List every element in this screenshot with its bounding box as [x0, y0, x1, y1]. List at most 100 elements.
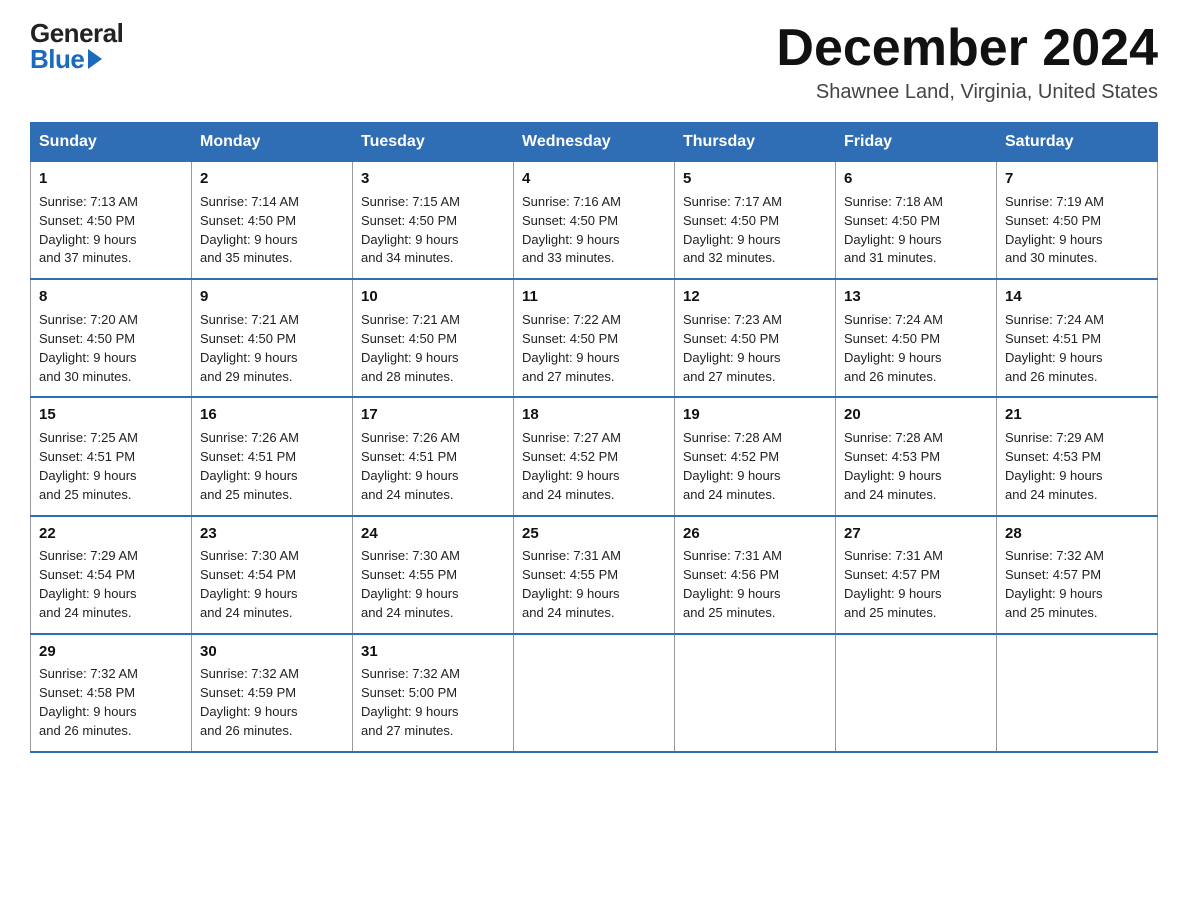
day-info: Sunrise: 7:21 AM Sunset: 4:50 PM Dayligh… — [361, 311, 505, 386]
weekday-header-row: Sunday Monday Tuesday Wednesday Thursday… — [31, 123, 1158, 162]
calendar-day-cell: 4 Sunrise: 7:16 AM Sunset: 4:50 PM Dayli… — [514, 162, 675, 280]
calendar-day-cell: 26 Sunrise: 7:31 AM Sunset: 4:56 PM Dayl… — [675, 516, 836, 634]
calendar-day-cell: 21 Sunrise: 7:29 AM Sunset: 4:53 PM Dayl… — [997, 397, 1158, 515]
calendar-day-cell: 12 Sunrise: 7:23 AM Sunset: 4:50 PM Dayl… — [675, 279, 836, 397]
calendar-day-cell: 20 Sunrise: 7:28 AM Sunset: 4:53 PM Dayl… — [836, 397, 997, 515]
day-info: Sunrise: 7:18 AM Sunset: 4:50 PM Dayligh… — [844, 193, 988, 268]
calendar-day-cell: 16 Sunrise: 7:26 AM Sunset: 4:51 PM Dayl… — [192, 397, 353, 515]
day-info: Sunrise: 7:26 AM Sunset: 4:51 PM Dayligh… — [361, 429, 505, 504]
day-info: Sunrise: 7:29 AM Sunset: 4:54 PM Dayligh… — [39, 547, 183, 622]
day-info: Sunrise: 7:14 AM Sunset: 4:50 PM Dayligh… — [200, 193, 344, 268]
day-number: 14 — [1005, 286, 1149, 308]
day-number: 3 — [361, 168, 505, 190]
calendar-week-row: 8 Sunrise: 7:20 AM Sunset: 4:50 PM Dayli… — [31, 279, 1158, 397]
day-info: Sunrise: 7:32 AM Sunset: 4:58 PM Dayligh… — [39, 665, 183, 740]
day-info: Sunrise: 7:23 AM Sunset: 4:50 PM Dayligh… — [683, 311, 827, 386]
calendar-day-cell: 1 Sunrise: 7:13 AM Sunset: 4:50 PM Dayli… — [31, 162, 192, 280]
day-number: 11 — [522, 286, 666, 308]
day-info: Sunrise: 7:31 AM Sunset: 4:56 PM Dayligh… — [683, 547, 827, 622]
calendar-day-cell — [836, 634, 997, 752]
title-block: December 2024 Shawnee Land, Virginia, Un… — [776, 20, 1158, 104]
calendar-day-cell: 5 Sunrise: 7:17 AM Sunset: 4:50 PM Dayli… — [675, 162, 836, 280]
header-sunday: Sunday — [31, 123, 192, 162]
calendar-header: Sunday Monday Tuesday Wednesday Thursday… — [31, 123, 1158, 162]
day-number: 8 — [39, 286, 183, 308]
page-header: General Blue December 2024 Shawnee Land,… — [30, 20, 1158, 104]
calendar-table: Sunday Monday Tuesday Wednesday Thursday… — [30, 122, 1158, 753]
header-thursday: Thursday — [675, 123, 836, 162]
location-text: Shawnee Land, Virginia, United States — [776, 81, 1158, 104]
day-info: Sunrise: 7:29 AM Sunset: 4:53 PM Dayligh… — [1005, 429, 1149, 504]
day-info: Sunrise: 7:31 AM Sunset: 4:55 PM Dayligh… — [522, 547, 666, 622]
day-number: 21 — [1005, 404, 1149, 426]
calendar-day-cell: 13 Sunrise: 7:24 AM Sunset: 4:50 PM Dayl… — [836, 279, 997, 397]
day-info: Sunrise: 7:19 AM Sunset: 4:50 PM Dayligh… — [1005, 193, 1149, 268]
day-info: Sunrise: 7:20 AM Sunset: 4:50 PM Dayligh… — [39, 311, 183, 386]
day-info: Sunrise: 7:15 AM Sunset: 4:50 PM Dayligh… — [361, 193, 505, 268]
header-tuesday: Tuesday — [353, 123, 514, 162]
calendar-day-cell: 25 Sunrise: 7:31 AM Sunset: 4:55 PM Dayl… — [514, 516, 675, 634]
calendar-day-cell: 9 Sunrise: 7:21 AM Sunset: 4:50 PM Dayli… — [192, 279, 353, 397]
day-number: 23 — [200, 523, 344, 545]
header-wednesday: Wednesday — [514, 123, 675, 162]
day-number: 15 — [39, 404, 183, 426]
calendar-body: 1 Sunrise: 7:13 AM Sunset: 4:50 PM Dayli… — [31, 162, 1158, 752]
day-info: Sunrise: 7:31 AM Sunset: 4:57 PM Dayligh… — [844, 547, 988, 622]
calendar-day-cell: 2 Sunrise: 7:14 AM Sunset: 4:50 PM Dayli… — [192, 162, 353, 280]
calendar-day-cell: 29 Sunrise: 7:32 AM Sunset: 4:58 PM Dayl… — [31, 634, 192, 752]
calendar-day-cell: 14 Sunrise: 7:24 AM Sunset: 4:51 PM Dayl… — [997, 279, 1158, 397]
day-number: 24 — [361, 523, 505, 545]
calendar-day-cell — [675, 634, 836, 752]
day-number: 27 — [844, 523, 988, 545]
day-number: 13 — [844, 286, 988, 308]
day-info: Sunrise: 7:17 AM Sunset: 4:50 PM Dayligh… — [683, 193, 827, 268]
calendar-day-cell: 10 Sunrise: 7:21 AM Sunset: 4:50 PM Dayl… — [353, 279, 514, 397]
calendar-day-cell: 15 Sunrise: 7:25 AM Sunset: 4:51 PM Dayl… — [31, 397, 192, 515]
day-info: Sunrise: 7:13 AM Sunset: 4:50 PM Dayligh… — [39, 193, 183, 268]
day-info: Sunrise: 7:32 AM Sunset: 5:00 PM Dayligh… — [361, 665, 505, 740]
day-number: 9 — [200, 286, 344, 308]
day-number: 18 — [522, 404, 666, 426]
calendar-day-cell: 22 Sunrise: 7:29 AM Sunset: 4:54 PM Dayl… — [31, 516, 192, 634]
day-number: 22 — [39, 523, 183, 545]
day-number: 20 — [844, 404, 988, 426]
month-title: December 2024 — [776, 20, 1158, 77]
calendar-day-cell — [514, 634, 675, 752]
calendar-day-cell: 27 Sunrise: 7:31 AM Sunset: 4:57 PM Dayl… — [836, 516, 997, 634]
day-number: 4 — [522, 168, 666, 190]
calendar-day-cell: 6 Sunrise: 7:18 AM Sunset: 4:50 PM Dayli… — [836, 162, 997, 280]
calendar-day-cell: 8 Sunrise: 7:20 AM Sunset: 4:50 PM Dayli… — [31, 279, 192, 397]
calendar-day-cell: 28 Sunrise: 7:32 AM Sunset: 4:57 PM Dayl… — [997, 516, 1158, 634]
day-number: 17 — [361, 404, 505, 426]
day-info: Sunrise: 7:24 AM Sunset: 4:50 PM Dayligh… — [844, 311, 988, 386]
day-number: 16 — [200, 404, 344, 426]
day-number: 30 — [200, 641, 344, 663]
day-info: Sunrise: 7:24 AM Sunset: 4:51 PM Dayligh… — [1005, 311, 1149, 386]
day-info: Sunrise: 7:27 AM Sunset: 4:52 PM Dayligh… — [522, 429, 666, 504]
calendar-day-cell: 23 Sunrise: 7:30 AM Sunset: 4:54 PM Dayl… — [192, 516, 353, 634]
day-info: Sunrise: 7:21 AM Sunset: 4:50 PM Dayligh… — [200, 311, 344, 386]
calendar-week-row: 1 Sunrise: 7:13 AM Sunset: 4:50 PM Dayli… — [31, 162, 1158, 280]
day-number: 7 — [1005, 168, 1149, 190]
day-number: 31 — [361, 641, 505, 663]
header-friday: Friday — [836, 123, 997, 162]
calendar-day-cell: 19 Sunrise: 7:28 AM Sunset: 4:52 PM Dayl… — [675, 397, 836, 515]
day-number: 28 — [1005, 523, 1149, 545]
day-info: Sunrise: 7:26 AM Sunset: 4:51 PM Dayligh… — [200, 429, 344, 504]
day-info: Sunrise: 7:22 AM Sunset: 4:50 PM Dayligh… — [522, 311, 666, 386]
day-info: Sunrise: 7:25 AM Sunset: 4:51 PM Dayligh… — [39, 429, 183, 504]
calendar-day-cell: 3 Sunrise: 7:15 AM Sunset: 4:50 PM Dayli… — [353, 162, 514, 280]
calendar-day-cell: 11 Sunrise: 7:22 AM Sunset: 4:50 PM Dayl… — [514, 279, 675, 397]
calendar-day-cell: 31 Sunrise: 7:32 AM Sunset: 5:00 PM Dayl… — [353, 634, 514, 752]
day-info: Sunrise: 7:28 AM Sunset: 4:52 PM Dayligh… — [683, 429, 827, 504]
calendar-day-cell: 30 Sunrise: 7:32 AM Sunset: 4:59 PM Dayl… — [192, 634, 353, 752]
day-info: Sunrise: 7:16 AM Sunset: 4:50 PM Dayligh… — [522, 193, 666, 268]
day-number: 2 — [200, 168, 344, 190]
header-monday: Monday — [192, 123, 353, 162]
day-number: 12 — [683, 286, 827, 308]
day-info: Sunrise: 7:30 AM Sunset: 4:54 PM Dayligh… — [200, 547, 344, 622]
day-info: Sunrise: 7:30 AM Sunset: 4:55 PM Dayligh… — [361, 547, 505, 622]
day-number: 5 — [683, 168, 827, 190]
logo: General Blue — [30, 20, 123, 72]
calendar-day-cell: 18 Sunrise: 7:27 AM Sunset: 4:52 PM Dayl… — [514, 397, 675, 515]
